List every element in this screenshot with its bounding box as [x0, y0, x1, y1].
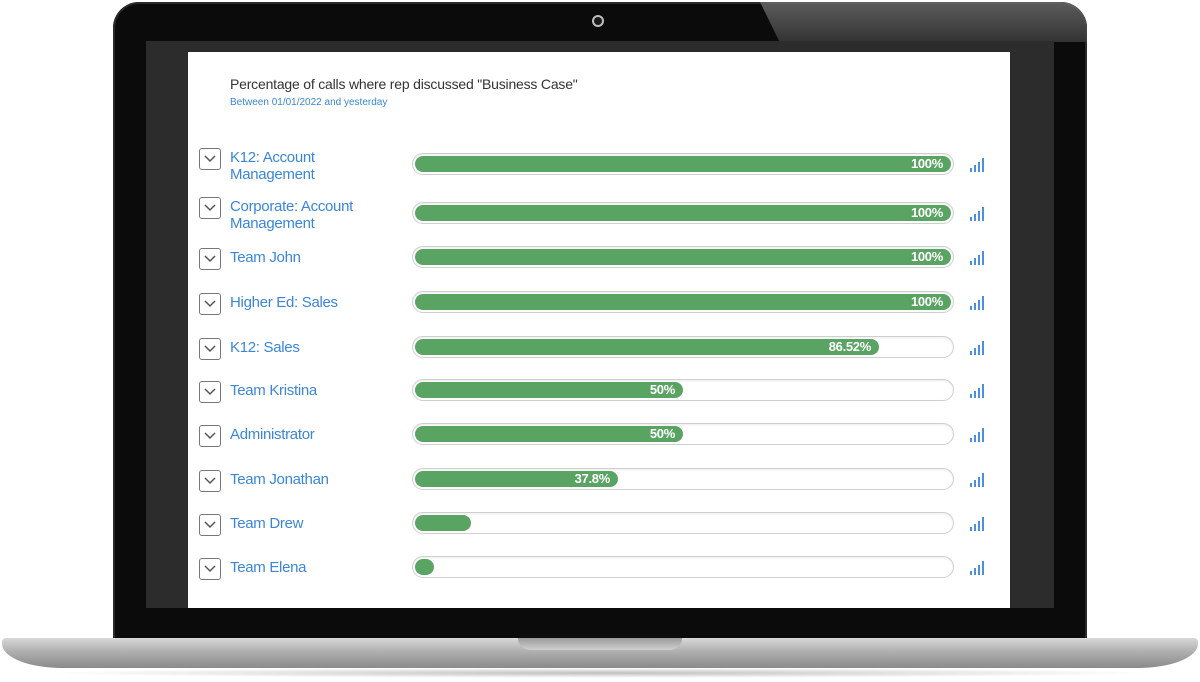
team-row: K12: Sales 86.52% — [188, 334, 1010, 374]
chevron-down-icon — [204, 477, 216, 485]
bar-chart-icon[interactable] — [970, 156, 988, 172]
team-name-link[interactable]: Team Jonathan — [230, 471, 380, 488]
team-name-link[interactable]: Team John — [230, 249, 380, 266]
bar-chart-icon[interactable] — [970, 426, 988, 442]
chevron-down-icon — [204, 345, 216, 353]
team-name-link[interactable]: Team Drew — [230, 515, 380, 532]
bar-chart-icon[interactable] — [970, 205, 988, 221]
laptop-notch — [518, 638, 682, 650]
expand-toggle-button[interactable] — [199, 470, 221, 492]
expand-toggle-button[interactable] — [199, 514, 221, 536]
chart-subtitle: Between 01/01/2022 and yesterday — [230, 97, 388, 108]
team-name-link[interactable]: Team Elena — [230, 559, 380, 576]
expand-toggle-button[interactable] — [199, 248, 221, 270]
chevron-down-icon — [204, 300, 216, 308]
team-row: Team Drew — [188, 510, 1010, 550]
team-row: Team Kristina 50% — [188, 377, 1010, 417]
progress-bar-track — [412, 556, 954, 578]
expand-toggle-button[interactable] — [199, 197, 221, 219]
lid-reflection — [760, 2, 1087, 42]
report-panel: Percentage of calls where rep discussed … — [188, 52, 1010, 608]
progress-bar-fill — [415, 515, 471, 531]
team-row: Team Elena — [188, 554, 1010, 594]
progress-bar-track: 86.52% — [412, 336, 954, 358]
chevron-down-icon — [204, 255, 216, 263]
team-row: Team John 100% — [188, 244, 1010, 284]
chevron-down-icon — [204, 565, 216, 573]
camera-icon — [592, 15, 604, 27]
bar-chart-icon[interactable] — [970, 515, 988, 531]
bar-chart-icon[interactable] — [970, 471, 988, 487]
percentage-label: 100% — [910, 249, 943, 264]
progress-bar-track: 50% — [412, 379, 954, 401]
progress-bar-track: 50% — [412, 423, 954, 445]
bar-chart-icon[interactable] — [970, 294, 988, 310]
expand-toggle-button[interactable] — [199, 338, 221, 360]
percentage-label: 100% — [910, 294, 943, 309]
expand-toggle-button[interactable] — [199, 558, 221, 580]
progress-bar-fill: 86.52% — [415, 339, 879, 355]
bar-chart-icon[interactable] — [970, 339, 988, 355]
expand-toggle-button[interactable] — [199, 381, 221, 403]
team-name-link[interactable]: K12: Account Management — [230, 149, 380, 183]
chevron-down-icon — [204, 204, 216, 212]
chevron-down-icon — [204, 155, 216, 163]
progress-bar-track: 100% — [412, 202, 954, 224]
team-row: Team Jonathan 37.8% — [188, 466, 1010, 506]
progress-bar-track: 100% — [412, 246, 954, 268]
progress-bar-fill: 50% — [415, 382, 683, 398]
percentage-label: 100% — [910, 205, 943, 220]
team-name-link[interactable]: Higher Ed: Sales — [230, 294, 380, 311]
expand-toggle-button[interactable] — [199, 293, 221, 315]
team-name-link[interactable]: Corporate: Account Management — [230, 198, 380, 232]
progress-bar-fill: 37.8% — [415, 471, 618, 487]
team-row: Higher Ed: Sales 100% — [188, 289, 1010, 329]
bar-chart-icon[interactable] — [970, 559, 988, 575]
percentage-label: 50% — [649, 382, 675, 397]
bar-chart-icon[interactable] — [970, 382, 988, 398]
progress-bar-fill: 100% — [415, 156, 951, 172]
team-row: Administrator 50% — [188, 421, 1010, 461]
team-name-link[interactable]: Team Kristina — [230, 382, 380, 399]
team-name-link[interactable]: Administrator — [230, 426, 380, 443]
percentage-label: 50% — [649, 426, 675, 441]
team-name-link[interactable]: K12: Sales — [230, 339, 380, 356]
progress-bar-fill: 100% — [415, 294, 951, 310]
progress-bar-track: 100% — [412, 291, 954, 313]
chevron-down-icon — [204, 432, 216, 440]
bar-chart-icon[interactable] — [970, 249, 988, 265]
percentage-label: 86.52% — [828, 339, 872, 354]
team-row: K12: Account Management 100% — [188, 144, 1010, 184]
percentage-label: 100% — [910, 156, 943, 171]
progress-bar-fill: 50% — [415, 426, 683, 442]
progress-bar-fill: 100% — [415, 249, 951, 265]
progress-bar-fill — [415, 559, 434, 575]
chart-title: Percentage of calls where rep discussed … — [230, 76, 578, 92]
chevron-down-icon — [204, 521, 216, 529]
progress-bar-track: 37.8% — [412, 468, 954, 490]
progress-bar-fill: 100% — [415, 205, 951, 221]
chevron-down-icon — [204, 388, 216, 396]
base-shadow — [40, 668, 1160, 678]
expand-toggle-button[interactable] — [199, 148, 221, 170]
percentage-label: 37.8% — [574, 471, 611, 486]
progress-bar-track: 100% — [412, 153, 954, 175]
progress-bar-track — [412, 512, 954, 534]
expand-toggle-button[interactable] — [199, 425, 221, 447]
team-row: Corporate: Account Management 100% — [188, 193, 1010, 233]
